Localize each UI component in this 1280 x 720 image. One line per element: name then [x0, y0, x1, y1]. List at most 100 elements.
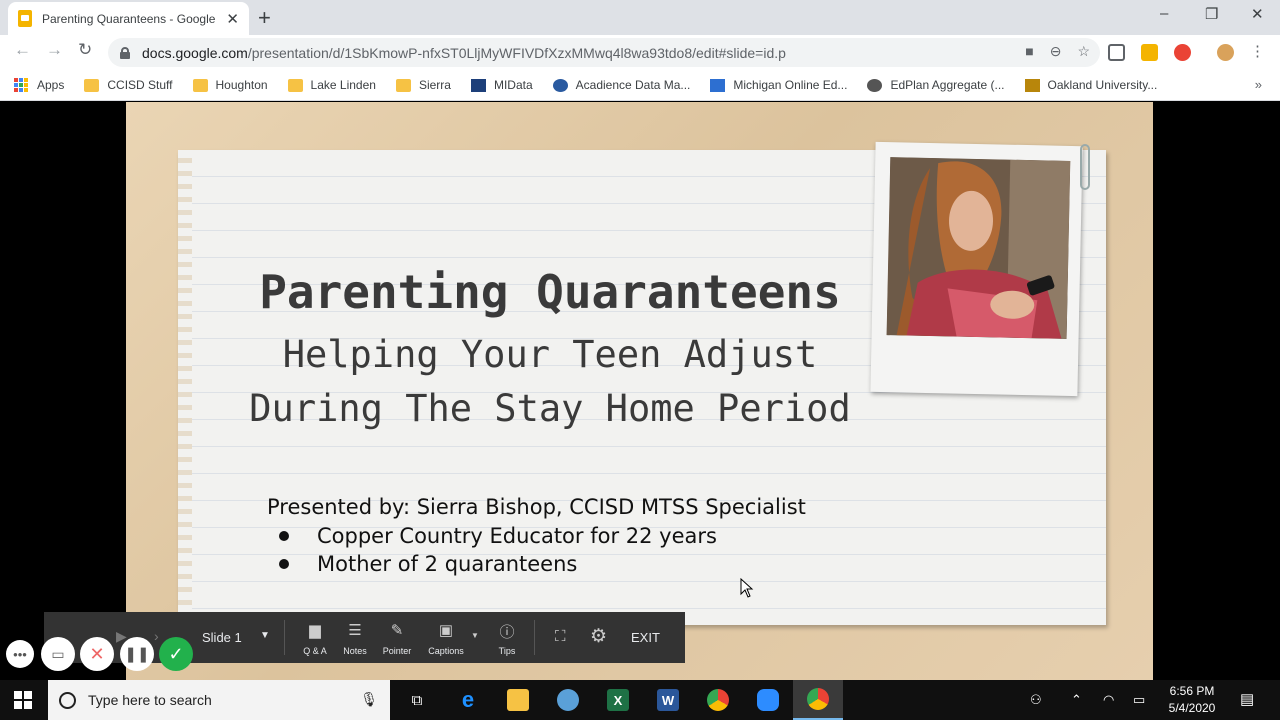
action-center-icon[interactable]: ▤ [1240, 690, 1254, 708]
pause-recording-icon[interactable]: ❚❚ [120, 637, 154, 671]
finish-recording-icon[interactable]: ✓ [159, 637, 193, 671]
cancel-recording-icon[interactable]: ✕ [80, 637, 114, 671]
close-window-button[interactable]: ✕ [1251, 5, 1264, 23]
next-slide-icon[interactable]: › [154, 628, 159, 644]
folder-icon [192, 78, 208, 92]
polaroid-photo-frame [870, 141, 1083, 397]
excel-icon: X [607, 689, 629, 711]
bookmark-oakland[interactable]: Oakland University... [1024, 78, 1157, 92]
bookmark-edplan[interactable]: EdPlan Aggregate (... [867, 78, 1005, 92]
screencastify-icon[interactable] [1174, 44, 1191, 61]
zoom-icon[interactable]: ⊖ [1050, 43, 1062, 60]
taskbar-chrome[interactable] [693, 680, 743, 720]
new-tab-button[interactable]: + [258, 5, 271, 31]
battery-icon[interactable]: ▭ [1133, 692, 1145, 708]
folder-icon [287, 78, 303, 92]
taskbar-zoom[interactable] [743, 680, 793, 720]
exit-button[interactable]: EXIT [631, 630, 660, 645]
fullscreen-icon[interactable]: ⛶ [555, 628, 566, 645]
address-bar[interactable]: docs.google.com/presentation/d/1SbKmowP-… [108, 38, 1100, 67]
bookmarks-bar: Apps CCISD Stuff Houghton Lake Linden Si… [0, 70, 1280, 101]
windows-start-icon[interactable] [14, 691, 32, 709]
taskbar-search[interactable]: Type here to search 🎙 [48, 680, 390, 720]
taskbar-file-explorer[interactable] [493, 680, 543, 720]
task-view-button[interactable]: ⧉ [392, 680, 442, 720]
restore-button[interactable]: ❐ [1205, 5, 1218, 23]
presenter-bullets: Copper Country Educator for 22 years Mot… [279, 522, 717, 578]
bookmark-ccisd-stuff[interactable]: CCISD Stuff [84, 78, 173, 92]
bookmark-lake-linden[interactable]: Lake Linden [287, 78, 376, 92]
info-icon: ⓘ [499, 624, 515, 641]
captions-chevron-icon[interactable]: ▼ [471, 631, 479, 640]
paper-clip-icon [1080, 144, 1090, 190]
back-arrow-icon[interactable]: ← [14, 40, 31, 60]
chrome-icon [807, 688, 829, 710]
bookmark-sierra[interactable]: Sierra [395, 78, 451, 92]
bullet-item: Copper Country Educator for 22 years [279, 522, 717, 550]
folder-icon [84, 78, 100, 92]
presentation-view: Parenting Quaranteens Helping Your Teen … [0, 102, 1280, 680]
taskbar-clock[interactable]: 6:56 PM 5/4/2020 [1160, 683, 1224, 717]
people-icon[interactable]: ⚇ [1030, 692, 1042, 708]
bookmark-acadience[interactable]: Acadience Data Ma... [552, 78, 690, 92]
chevron-down-icon[interactable]: ▼ [260, 630, 270, 641]
control-divider [284, 620, 285, 655]
folder-icon [395, 78, 411, 92]
camera-icon[interactable]: ■ [1025, 43, 1033, 60]
taskbar-word[interactable]: W [643, 680, 693, 720]
subtitle-line-1: Helping Your Teen Adjust [282, 333, 818, 376]
captions-icon: ▣ [438, 622, 454, 639]
tray-chevron-up-icon[interactable]: ⌃ [1071, 692, 1082, 708]
edge-icon: e [461, 687, 475, 712]
tab-close-icon[interactable]: ✕ [226, 10, 239, 28]
microphone-icon[interactable]: 🎙 [360, 691, 378, 708]
bullet-dot [279, 559, 289, 569]
clock-time: 6:56 PM [1169, 684, 1215, 698]
webcam-toggle-icon[interactable]: ▭ [41, 637, 75, 671]
url-text: docs.google.com/presentation/d/1SbKmowP-… [142, 44, 786, 61]
bookmark-michigan-online[interactable]: Michigan Online Ed... [710, 78, 847, 92]
bullet-item: Mother of 2 quaranteens [279, 550, 717, 578]
taskbar-edge[interactable]: e [443, 680, 493, 720]
download-extension-icon[interactable] [1141, 44, 1158, 61]
browser-menu-icon[interactable]: ⋮ [1250, 42, 1265, 61]
captions-button[interactable]: ▣ Captions [421, 621, 471, 656]
chrome-icon [707, 689, 729, 711]
slides-favicon-icon [18, 10, 32, 27]
star-badge-icon [710, 78, 726, 92]
more-options-icon[interactable]: ••• [6, 640, 34, 668]
bookmark-midata[interactable]: MIData [470, 78, 533, 92]
task-view-icon: ⧉ [411, 691, 423, 709]
tab-title: Parenting Quaranteens - Google [42, 11, 216, 26]
extension-grid-icon[interactable] [1108, 44, 1125, 61]
tips-button[interactable]: ⓘ Tips [482, 621, 532, 656]
browser-tab-strip: Parenting Quaranteens - Google ✕ + – ❐ ✕ [0, 0, 1280, 35]
midata-icon [470, 78, 486, 92]
globe-icon [867, 78, 883, 92]
bullet-dot [279, 531, 289, 541]
browser-tab[interactable]: Parenting Quaranteens - Google ✕ [8, 2, 249, 35]
pointer-button[interactable]: ✎ Pointer [372, 621, 422, 656]
windows-taskbar: Type here to search 🎙 ⧉ e X W ⚇ ⌃ ◠ ▭ 6:… [0, 680, 1280, 720]
paint-icon [557, 689, 579, 711]
bookmark-star-icon[interactable]: ☆ [1077, 43, 1090, 60]
zoom-icon [757, 689, 779, 711]
forward-arrow-icon[interactable]: → [46, 40, 63, 60]
slide-subtitle: Helping Your Teen Adjust During The Stay… [126, 328, 974, 436]
minimize-button[interactable]: – [1160, 5, 1168, 22]
taskbar-excel[interactable]: X [593, 680, 643, 720]
slide-canvas[interactable]: Parenting Quaranteens Helping Your Teen … [126, 102, 1153, 680]
clock-date: 5/4/2020 [1168, 701, 1216, 715]
gear-icon[interactable]: ⚙ [590, 625, 607, 648]
reload-icon[interactable]: ↻ [78, 40, 92, 60]
taskbar-chrome-active[interactable] [793, 680, 843, 720]
bookmarks-overflow-icon[interactable]: » [1255, 77, 1262, 92]
bookmark-houghton[interactable]: Houghton [192, 78, 268, 92]
profile-avatar[interactable] [1217, 44, 1234, 61]
presenter-line: Presented by: Sierra Bishop, CCISD MTSS … [267, 495, 806, 519]
bookmark-apps[interactable]: Apps [14, 78, 64, 92]
slide-selector[interactable]: Slide 1 [202, 630, 242, 645]
lock-icon [120, 46, 130, 59]
wifi-icon[interactable]: ◠ [1103, 692, 1114, 708]
taskbar-paint[interactable] [543, 680, 593, 720]
